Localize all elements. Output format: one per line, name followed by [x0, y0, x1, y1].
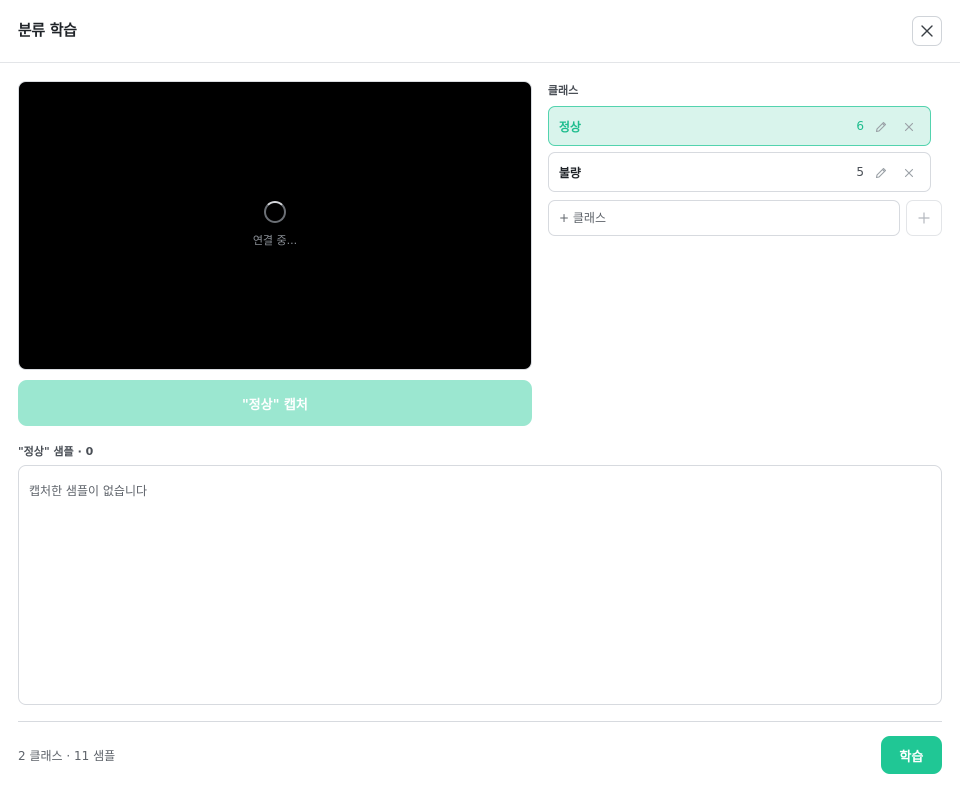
pencil-icon[interactable]: [874, 166, 888, 180]
samples-empty-message: 캡처한 샘플이 없습니다: [29, 484, 148, 498]
plus-icon: [918, 212, 930, 224]
class-item-defect[interactable]: 불량 5: [548, 152, 931, 192]
close-icon: [921, 25, 933, 37]
loading-spinner-icon: [264, 201, 286, 223]
training-dialog: 분류 학습 연결 중... "정상" 캡처 클래스 정상 6 불량 5 + 클래…: [0, 0, 960, 792]
add-class-input[interactable]: [548, 200, 900, 236]
classes-heading: 클래스: [548, 84, 579, 97]
train-button[interactable]: 학습: [881, 736, 942, 774]
add-class-button[interactable]: [906, 200, 942, 236]
camera-preview: 연결 중...: [18, 81, 532, 370]
connection-status: 연결 중...: [252, 234, 298, 247]
dialog-title: 분류 학습: [18, 21, 77, 39]
footer-summary: 2 클래스 · 11 샘플: [18, 749, 116, 763]
samples-heading: "정상" 샘플 · 0: [18, 445, 94, 458]
close-button[interactable]: [912, 16, 942, 46]
samples-panel: 캡처한 샘플이 없습니다: [18, 465, 942, 705]
pencil-icon[interactable]: [874, 120, 888, 134]
close-icon[interactable]: [902, 166, 916, 180]
class-count: 6: [856, 119, 864, 133]
dialog-header: 분류 학습: [0, 0, 960, 63]
class-item-normal[interactable]: 정상 6: [548, 106, 931, 146]
class-count: 5: [856, 165, 864, 179]
close-icon[interactable]: [902, 120, 916, 134]
capture-button[interactable]: "정상" 캡처: [18, 380, 532, 426]
class-name: 정상: [559, 120, 582, 134]
footer-divider: [18, 721, 942, 722]
class-name: 불량: [559, 166, 582, 180]
